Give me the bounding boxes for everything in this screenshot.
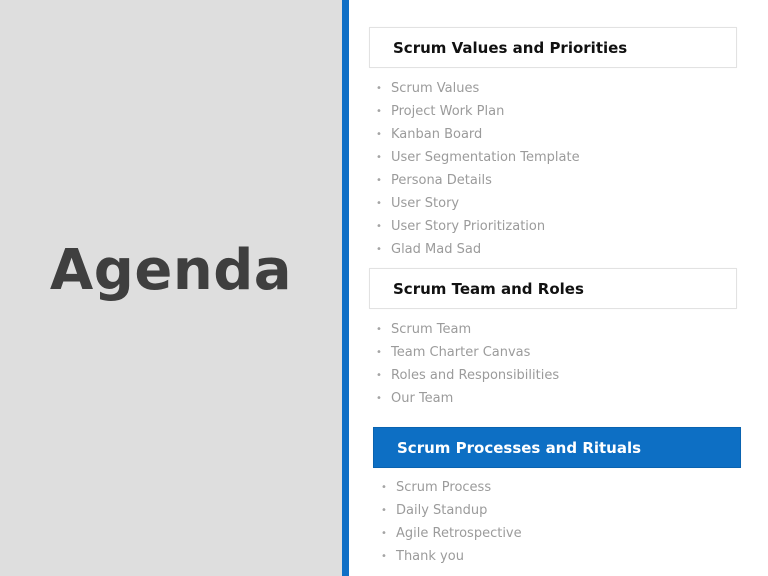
- accent-divider-bar: [342, 0, 349, 576]
- list-item-label: Kanban Board: [391, 127, 483, 142]
- list-item[interactable]: • Our Team: [376, 387, 559, 410]
- section-header-label: Scrum Team and Roles: [393, 279, 584, 298]
- list-item[interactable]: • Roles and Responsibilities: [376, 364, 559, 387]
- bullet-icon: •: [376, 324, 382, 335]
- list-item[interactable]: • Scrum Team: [376, 318, 559, 341]
- bullet-icon: •: [381, 505, 387, 516]
- bullet-icon: •: [376, 152, 382, 163]
- list-item[interactable]: • User Story: [376, 192, 580, 215]
- list-item[interactable]: • Scrum Process: [381, 476, 522, 499]
- list-item-label: Glad Mad Sad: [391, 242, 482, 257]
- list-item[interactable]: • Persona Details: [376, 169, 580, 192]
- list-item-label: Thank you: [396, 549, 464, 564]
- bullet-icon: •: [376, 129, 382, 140]
- left-panel: Agenda: [0, 0, 342, 576]
- section-list-team-roles: • Scrum Team • Team Charter Canvas • Roles …: [376, 318, 559, 410]
- bullet-icon: •: [376, 175, 382, 186]
- section-header-processes-rituals[interactable]: Scrum Processes and Rituals: [373, 427, 741, 468]
- list-item[interactable]: • User Segmentation Template: [376, 146, 580, 169]
- list-item-label: Scrum Values: [391, 81, 480, 96]
- bullet-icon: •: [381, 551, 387, 562]
- list-item[interactable]: • User Story Prioritization: [376, 215, 580, 238]
- bullet-icon: •: [376, 244, 382, 255]
- section-header-values-priorities[interactable]: Scrum Values and Priorities: [369, 27, 737, 68]
- bullet-icon: •: [376, 347, 382, 358]
- list-item-label: User Story Prioritization: [391, 219, 546, 234]
- list-item[interactable]: • Glad Mad Sad: [376, 238, 580, 261]
- bullet-icon: •: [376, 198, 382, 209]
- bullet-icon: •: [376, 221, 382, 232]
- section-header-label: Scrum Processes and Rituals: [397, 438, 642, 457]
- list-item-label: Daily Standup: [396, 503, 488, 518]
- bullet-icon: •: [376, 393, 382, 404]
- list-item-label: Roles and Responsibilities: [391, 368, 560, 383]
- bullet-icon: •: [381, 482, 387, 493]
- section-list-processes-rituals: • Scrum Process • Daily Standup • Agile Ret…: [381, 476, 522, 568]
- list-item[interactable]: • Scrum Values: [376, 77, 580, 100]
- list-item-label: User Segmentation Template: [391, 150, 580, 165]
- section-header-team-roles[interactable]: Scrum Team and Roles: [369, 268, 737, 309]
- list-item-label: User Story: [391, 196, 460, 211]
- list-item-label: Team Charter Canvas: [391, 345, 531, 360]
- bullet-icon: •: [376, 83, 382, 94]
- list-item-label: Persona Details: [391, 173, 492, 188]
- list-item-label: Scrum Team: [391, 322, 472, 337]
- list-item-label: Project Work Plan: [391, 104, 505, 119]
- bullet-icon: •: [376, 106, 382, 117]
- section-list-values-priorities: • Scrum Values • Project Work Plan • Kanban…: [376, 77, 580, 261]
- list-item-label: Scrum Process: [396, 480, 492, 495]
- list-item-label: Agile Retrospective: [396, 526, 522, 541]
- section-header-label: Scrum Values and Priorities: [393, 38, 628, 57]
- list-item[interactable]: • Thank you: [381, 545, 522, 568]
- list-item[interactable]: • Project Work Plan: [376, 100, 580, 123]
- list-item[interactable]: • Team Charter Canvas: [376, 341, 559, 364]
- bullet-icon: •: [381, 528, 387, 539]
- bullet-icon: •: [376, 370, 382, 381]
- agenda-title: Agenda: [49, 238, 293, 303]
- list-item[interactable]: • Daily Standup: [381, 499, 522, 522]
- list-item[interactable]: • Agile Retrospective: [381, 522, 522, 545]
- list-item[interactable]: • Kanban Board: [376, 123, 580, 146]
- list-item-label: Our Team: [391, 391, 454, 406]
